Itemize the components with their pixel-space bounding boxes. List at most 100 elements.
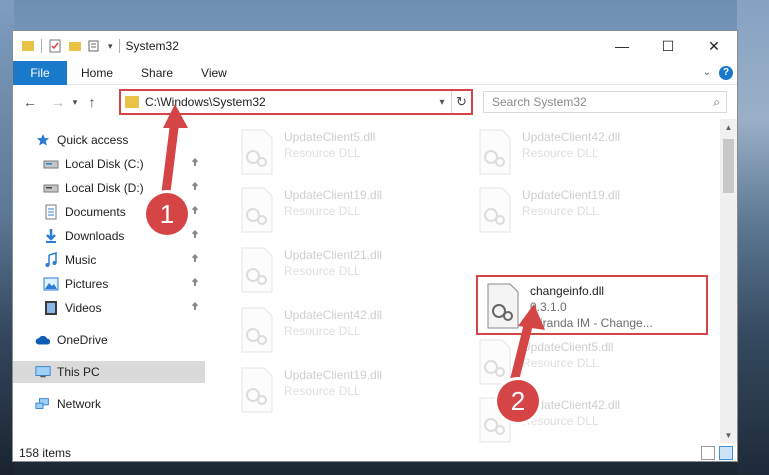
window-title: System32 — [125, 39, 179, 53]
file-tile[interactable]: UpdateClient19.dll Resource DLL — [238, 365, 468, 423]
dll-file-icon — [479, 339, 511, 385]
file-tile[interactable]: UpdateClient21.dll Resource DLL — [238, 245, 468, 303]
chevron-down-icon[interactable]: ⌄ — [703, 67, 711, 78]
pin-icon[interactable] — [189, 157, 201, 169]
search-box[interactable]: Search System32 ⌕ — [483, 91, 727, 113]
properties-icon[interactable] — [48, 39, 62, 53]
network-icon — [35, 396, 51, 412]
vertical-scrollbar[interactable]: ▲ ▼ — [720, 119, 737, 443]
file-tile[interactable]: UpdateClient42.dll Resource DLL — [238, 305, 468, 363]
close-button[interactable]: ✕ — [691, 31, 737, 61]
dll-file-icon — [487, 283, 519, 329]
sidebar-item-label: Local Disk (D:) — [65, 181, 144, 195]
dll-file-icon — [479, 129, 511, 175]
dll-file-icon — [241, 187, 273, 233]
sidebar-item-quick-access[interactable]: Quick access — [13, 129, 205, 151]
file-tile[interactable]: UpdateClient5.dll Resource DLL — [238, 127, 468, 185]
back-button[interactable]: ← — [19, 91, 41, 113]
file-description: Resource DLL — [284, 384, 361, 398]
sidebar-item-videos[interactable]: Videos — [13, 297, 205, 319]
cloud-icon — [35, 332, 51, 348]
new-folder-icon[interactable] — [68, 39, 82, 53]
sidebar-item-label: Downloads — [65, 229, 125, 243]
search-icon: ⌕ — [713, 94, 720, 109]
videos-icon — [43, 300, 59, 316]
sidebar-item-label: Network — [57, 397, 102, 411]
address-bar[interactable]: C:\Windows\System32 ▾ ↻ — [119, 89, 473, 115]
title-bar: ▾ System32 — ☐ ✕ — [13, 31, 737, 61]
file-description: Resource DLL — [284, 324, 361, 338]
scroll-up-icon[interactable]: ▲ — [720, 119, 737, 135]
navigation-pane: Quick access Local Disk (C:) Local Disk … — [13, 119, 205, 443]
desktop-background-right — [737, 0, 769, 475]
file-tile-changeinfo[interactable]: changeinfo.dll 0.3.1.0 Miranda IM - Chan… — [476, 275, 708, 335]
sidebar-item-this-pc[interactable]: This PC — [13, 361, 205, 383]
item-count: 158 items — [19, 446, 72, 460]
sidebar-item-label: Quick access — [57, 133, 129, 147]
details-view-icon[interactable] — [701, 446, 715, 460]
computer-icon — [35, 364, 51, 380]
search-input[interactable]: Search System32 — [492, 95, 587, 109]
dll-file-icon — [241, 307, 273, 353]
tab-view[interactable]: View — [187, 61, 241, 85]
file-tile[interactable]: UpdateClient19.dll Resource DLL — [476, 185, 706, 243]
scrollbar-thumb[interactable] — [723, 139, 734, 193]
file-description: Resource DLL — [522, 146, 599, 160]
download-icon — [43, 228, 59, 244]
minimize-button[interactable]: — — [599, 31, 645, 61]
sidebar-item-network[interactable]: Network — [13, 393, 205, 415]
forward-button[interactable]: → — [47, 91, 69, 113]
sidebar-item-local-disk-c[interactable]: Local Disk (C:) — [13, 153, 205, 175]
file-version: 0.3.1.0 — [530, 300, 567, 314]
large-icons-view-icon[interactable] — [719, 446, 733, 460]
step-badge-1: 1 — [146, 193, 188, 235]
customize-toolbar-icon[interactable] — [88, 39, 102, 53]
file-tile[interactable]: UpdateClient42.dll Resource DLL — [476, 127, 706, 185]
pin-icon[interactable] — [189, 205, 201, 217]
tab-share[interactable]: Share — [127, 61, 187, 85]
pictures-icon — [43, 276, 59, 292]
up-button[interactable]: ↑ — [81, 91, 103, 113]
maximize-button[interactable]: ☐ — [645, 31, 691, 61]
file-description: Resource DLL — [284, 264, 361, 278]
drive-icon — [43, 156, 59, 172]
sidebar-item-music[interactable]: Music — [13, 249, 205, 271]
help-button[interactable]: ? — [719, 65, 733, 80]
documents-icon — [43, 204, 59, 220]
pin-icon[interactable] — [189, 229, 201, 241]
scroll-down-icon[interactable]: ▼ — [720, 427, 737, 443]
window-controls: — ☐ ✕ — [599, 31, 737, 61]
file-description: Resource DLL — [284, 204, 361, 218]
pin-icon[interactable] — [189, 301, 201, 313]
tab-file[interactable]: File — [13, 60, 67, 85]
pin-icon[interactable] — [189, 181, 201, 193]
file-tile[interactable]: UpdateClient19.dll Resource DLL — [238, 185, 468, 243]
dll-file-icon — [241, 129, 273, 175]
sidebar-item-label: Local Disk (C:) — [65, 157, 144, 171]
sidebar-item-label: Pictures — [65, 277, 109, 291]
sidebar-item-onedrive[interactable]: OneDrive — [13, 329, 205, 351]
sidebar-item-pictures[interactable]: Pictures — [13, 273, 205, 295]
ribbon-tabs: File Home Share View ⌄ ? — [13, 60, 737, 85]
file-name: UpdateClient19.dll — [522, 188, 621, 202]
file-name: UpdateClient5.dll — [284, 130, 376, 144]
tab-home[interactable]: Home — [67, 61, 127, 85]
file-name: UpdateClient21.dll — [284, 248, 383, 262]
toolbar-divider — [41, 39, 42, 53]
file-name: UpdateClient19.dll — [284, 188, 383, 202]
file-name: changeinfo.dll — [530, 284, 605, 298]
pin-icon[interactable] — [189, 277, 201, 289]
recent-locations-dropdown[interactable]: ▾ — [69, 91, 81, 113]
step-badge-2: 2 — [497, 380, 539, 422]
pin-icon[interactable] — [189, 253, 201, 265]
address-path[interactable]: C:\Windows\System32 — [145, 95, 266, 109]
status-bar: 158 items — [13, 443, 737, 463]
quick-access-toolbar: ▾ — [13, 31, 120, 61]
file-name: UpdateClient42.dll — [522, 130, 621, 144]
toolbar-dropdown-icon[interactable]: ▾ — [108, 41, 113, 52]
navigation-bar: ← → ▾ ↑ C:\Windows\System32 ▾ ↻ Search S… — [13, 85, 737, 119]
refresh-button[interactable]: ↻ — [451, 91, 471, 113]
address-dropdown-icon[interactable]: ▾ — [433, 97, 451, 108]
sidebar-item-label: Music — [65, 253, 97, 267]
drive-icon — [43, 180, 59, 196]
